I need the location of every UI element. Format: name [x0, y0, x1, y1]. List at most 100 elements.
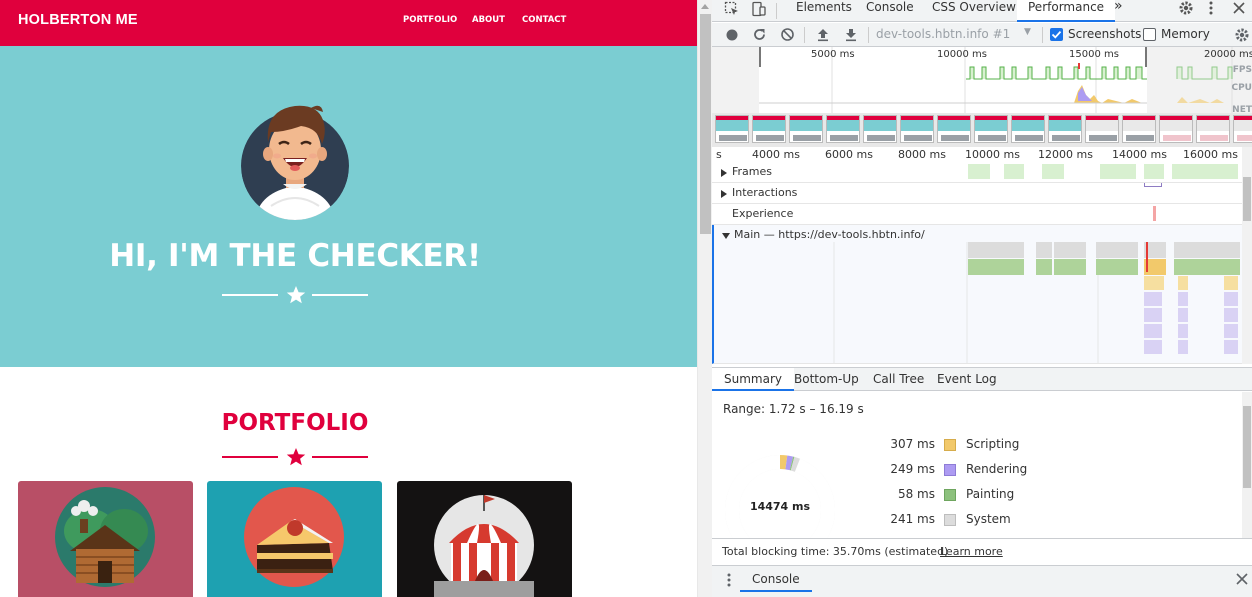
reload-record-icon[interactable] [752, 27, 767, 42]
cake-icon [244, 487, 344, 587]
tab-elements[interactable]: Elements [796, 0, 852, 22]
summary-name: Rendering [966, 462, 1028, 476]
scripting-swatch [944, 439, 956, 451]
nav-link-about[interactable]: ABOUT [472, 15, 505, 25]
overview-window-handle-left[interactable] [759, 47, 761, 67]
flame-scrollbar-thumb[interactable] [1243, 177, 1251, 221]
portfolio-card-cake[interactable] [207, 481, 382, 597]
overview-window-handle-right[interactable] [1145, 47, 1147, 67]
hero-divider [222, 285, 368, 305]
page-scrollbar-thumb[interactable] [700, 14, 711, 234]
tab-performance[interactable]: Performance [1017, 0, 1116, 22]
screenshot-thumbnail [826, 115, 860, 143]
devtools-tab-bar: Elements Console CSS Overview Performanc… [712, 0, 1252, 22]
system-swatch [944, 514, 956, 526]
overview-tick: 10000 ms [937, 49, 987, 60]
close-drawer-icon[interactable] [1236, 573, 1248, 585]
screenshot-thumbnail [1085, 115, 1119, 143]
summary-value: 249 ms [890, 462, 935, 476]
screenshot-thumbnail [1233, 115, 1252, 143]
collapse-triangle-icon[interactable] [722, 233, 730, 239]
screenshot-thumbnail [789, 115, 823, 143]
tab-console[interactable]: Console [866, 0, 914, 22]
device-toolbar-icon[interactable] [750, 1, 766, 17]
download-icon[interactable] [844, 27, 858, 42]
toolbar-separator [776, 3, 777, 19]
summary-name: System [966, 512, 1011, 526]
painting-swatch [944, 489, 956, 501]
flame-tick: 12000 ms [1038, 148, 1093, 161]
avatar [241, 98, 349, 220]
flame-tick: 10000 ms [965, 148, 1020, 161]
toolbar-separator [1042, 27, 1043, 43]
tab-summary[interactable]: Summary [712, 368, 794, 391]
scroll-up-arrow-icon[interactable] [701, 4, 709, 9]
circus-tent-icon [434, 495, 534, 597]
devtools-panel: Elements Console CSS Overview Performanc… [712, 0, 1252, 597]
capture-settings-gear-icon[interactable] [1234, 27, 1250, 43]
layout-shift-marker[interactable] [1153, 206, 1156, 221]
summary-total: 14474 ms [749, 500, 811, 513]
screenshot-strip [712, 115, 1252, 143]
screenshot-thumbnail [900, 115, 934, 143]
summary-name: Scripting [966, 437, 1020, 451]
screenshots-checkbox[interactable] [1050, 28, 1063, 41]
chevron-double-right-icon[interactable]: » [1114, 0, 1123, 22]
summary-panel: Range: 1.72 s – 16.19 s 14474 ms 307 ms … [712, 392, 1252, 546]
drawer-tab-console[interactable]: Console [740, 566, 812, 592]
summary-name: Painting [966, 487, 1015, 501]
recording-select[interactable]: dev-tools.hbtn.info #1 ▼ [876, 27, 1036, 43]
summary-scrollbar[interactable] [1242, 392, 1252, 538]
more-options-icon[interactable] [1203, 0, 1219, 16]
screenshot-thumbnail [1196, 115, 1230, 143]
overview-lane-net: NET [1232, 105, 1252, 115]
hero-title: HI, I'M THE CHECKER! [109, 238, 481, 274]
site-brand[interactable]: HOLBERTON ME [18, 12, 138, 28]
record-icon[interactable] [725, 28, 739, 42]
summary-value: 307 ms [890, 437, 935, 451]
track-experience[interactable]: Experience [712, 204, 1242, 225]
nav-link-portfolio[interactable]: PORTFOLIO [403, 15, 457, 25]
flame-tick: 16000 ms [1183, 148, 1238, 161]
upload-icon[interactable] [816, 27, 830, 42]
tab-bottom-up[interactable]: Bottom-Up [794, 372, 859, 386]
star-icon [286, 286, 306, 304]
summary-scrollbar-thumb[interactable] [1243, 406, 1251, 488]
timeline-overview[interactable]: 5000 ms 10000 ms 15000 ms 20000 ms FPS C… [712, 47, 1252, 147]
portfolio-card-circus[interactable] [397, 481, 572, 597]
rendering-swatch [944, 464, 956, 476]
nav-link-contact[interactable]: CONTACT [522, 15, 566, 25]
flame-tick: 4000 ms [752, 148, 800, 161]
flame-chart-ruler: s 4000 ms 6000 ms 8000 ms 10000 ms 12000… [712, 147, 1242, 163]
divider-line-left [222, 456, 278, 458]
summary-donut-chart [725, 455, 835, 546]
close-devtools-icon[interactable] [1232, 1, 1246, 15]
flame-chart-scrollbar[interactable] [1242, 147, 1252, 364]
cabin-icon [55, 487, 155, 587]
drawer-menu-icon[interactable] [726, 573, 732, 587]
flame-tick: s [716, 148, 722, 161]
hero-section [0, 46, 697, 367]
tab-event-log[interactable]: Event Log [937, 372, 997, 386]
page-scrollbar[interactable] [697, 0, 712, 597]
track-interactions[interactable]: Interactions [712, 183, 1242, 204]
portfolio-card-cabin[interactable] [18, 481, 193, 597]
screenshots-label: Screenshots [1068, 27, 1142, 41]
memory-checkbox[interactable] [1143, 28, 1156, 41]
portfolio-divider [222, 447, 368, 467]
interaction-marker[interactable] [1144, 183, 1162, 187]
tab-css-overview[interactable]: CSS Overview [932, 0, 1016, 22]
screenshot-thumbnail [752, 115, 786, 143]
inspect-element-icon[interactable] [724, 1, 740, 17]
learn-more-link[interactable]: Learn more [940, 545, 1003, 558]
summary-value: 241 ms [890, 512, 935, 526]
clear-icon[interactable] [780, 27, 795, 42]
track-label: Main — https://dev-tools.hbtn.info/ [734, 228, 925, 241]
track-main-thread[interactable]: Main — https://dev-tools.hbtn.info/ [712, 225, 1242, 364]
overview-lane-fps: FPS [1232, 65, 1252, 75]
tab-call-tree[interactable]: Call Tree [873, 372, 924, 386]
settings-gear-icon[interactable] [1178, 0, 1194, 16]
expand-triangle-icon[interactable] [721, 190, 727, 198]
track-frames[interactable]: Frames [712, 162, 1242, 183]
track-label: Experience [732, 207, 794, 220]
